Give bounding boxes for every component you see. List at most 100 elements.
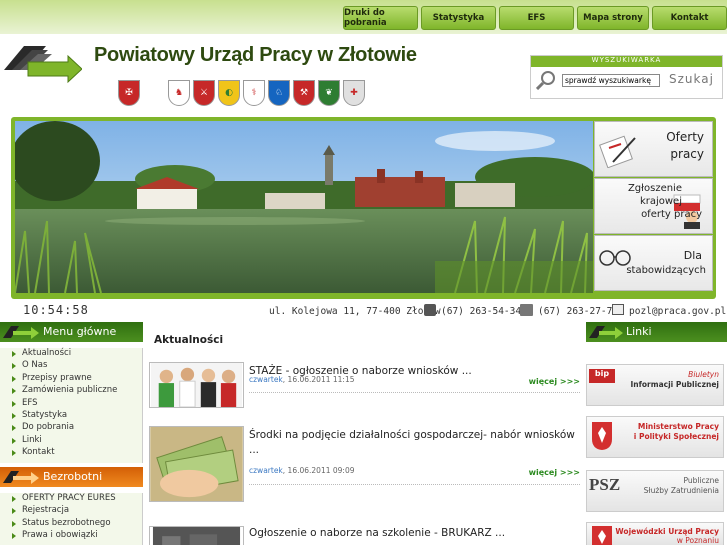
panel-oferty-pracy[interactable]: Oferty pracy: [594, 121, 713, 177]
link-psz-line1: Publiczne: [683, 476, 719, 485]
nav-mapa-strony[interactable]: Mapa strony: [577, 6, 649, 30]
news-separator: [249, 392, 580, 393]
news-title-link[interactable]: Ogłoszenie o naborze na szkolenie - BRUK…: [249, 526, 579, 541]
email-text[interactable]: pozl@praca.gov.pl: [629, 306, 726, 317]
menu-item-status[interactable]: Status bezrobotnego: [0, 518, 142, 530]
panel-zgloszenie-line2: krajowej: [639, 196, 682, 207]
menu-item-do-pobrania[interactable]: Do pobrania: [0, 422, 142, 434]
menu-item-aktualnosci[interactable]: Aktualności: [0, 348, 142, 360]
arrow-logo-icon: [3, 326, 39, 339]
panel-zgloszenie-line3: oferty pracy: [641, 209, 702, 220]
eagle-crest-icon: [592, 422, 612, 450]
menu-main-header: Menu główne: [0, 322, 143, 342]
link-mpips[interactable]: Ministerstwo Pracy i Polityki Społecznej: [586, 416, 724, 458]
menu-unemployed-header: Bezrobotni: [0, 467, 143, 487]
eagle-crest-icon: [592, 526, 612, 545]
phone-text: (67) 263-54-34: [441, 306, 522, 317]
link-wup[interactable]: Wojewódzki Urząd Pracy w Poznaniu: [586, 522, 724, 545]
bip-badge: bip: [589, 369, 615, 383]
menu-item-kontakt[interactable]: Kontakt: [0, 447, 142, 459]
link-mpips-line1: Ministerstwo Pracy: [637, 422, 719, 431]
menu-item-zamowienia[interactable]: Zamówienia publiczne: [0, 385, 142, 397]
news-day: czwartek: [249, 375, 283, 384]
banner-side-panels: Oferty pracy Zgłoszenie krajowej oferty …: [594, 121, 713, 292]
news-datetime: , 16.06.2011 09:09: [282, 466, 355, 475]
panel-zgloszenie-line1: Zgłoszenie: [627, 183, 682, 194]
links-header: Linki: [586, 322, 727, 342]
crest-icon[interactable]: ♞: [168, 80, 190, 106]
nav-kontakt[interactable]: Kontakt: [652, 6, 727, 30]
panel-zgloszenie[interactable]: Zgłoszenie krajowej oferty pracy: [594, 178, 713, 234]
arrow-logo-icon: [3, 471, 39, 484]
news-date: czwartek, 16.06.2011 11:15: [249, 375, 355, 384]
menu-item-eures[interactable]: OFERTY PRACY EURES: [0, 493, 142, 505]
fax-text: (67) 263-27-79: [538, 306, 619, 317]
menu-item-o-nas[interactable]: O Nas: [0, 360, 142, 372]
news-thumbnail[interactable]: [149, 526, 244, 545]
magnifier-icon: [536, 71, 555, 90]
more-link[interactable]: więcej >>>: [529, 468, 580, 477]
search-button[interactable]: Szukaj: [669, 72, 714, 86]
site-title[interactable]: Powiatowy Urząd Pracy w Złotowie: [94, 44, 417, 67]
news-date: czwartek, 16.06.2011 09:09: [249, 466, 355, 475]
link-psz[interactable]: PSZ Publiczne Służby Zatrudnienia: [586, 470, 724, 512]
search-heading: WYSZUKIWARKA: [531, 56, 722, 67]
links-title: Linki: [626, 325, 652, 338]
crest-icon[interactable]: ⚕: [243, 80, 265, 106]
panel-oferty-line2: pracy: [670, 147, 704, 161]
news-item: Ogłoszenie o naborze na szkolenie - BRUK…: [148, 520, 580, 545]
link-wup-line2: w Poznaniu: [676, 536, 719, 545]
menu-unemployed-title: Bezrobotni: [43, 470, 103, 483]
address-text: ul. Kolejowa 11, 77-400 Złotów: [269, 306, 441, 317]
link-bip-line1: Biuletyn: [688, 370, 719, 379]
nav-efs[interactable]: EFS: [499, 6, 574, 30]
link-bip[interactable]: bip Biuletyn Informacji Publicznej: [586, 364, 724, 406]
crest-icon[interactable]: ◐: [218, 80, 240, 106]
pup-logo-icon[interactable]: [2, 40, 82, 84]
email-icon: [612, 304, 624, 315]
crest-icon[interactable]: ⚔: [193, 80, 215, 106]
menu-item-statystyka[interactable]: Statystyka: [0, 410, 142, 422]
news-item: Środki na podjęcie działalności gospodar…: [148, 422, 580, 528]
menu-item-linki[interactable]: Linki: [0, 435, 142, 447]
news-thumbnail[interactable]: [149, 362, 244, 408]
menu-main: Aktualności O Nas Przepisy prawne Zamówi…: [0, 348, 143, 463]
search-input[interactable]: [562, 74, 660, 87]
news-title-link[interactable]: Środki na podjęcie działalności gospodar…: [249, 428, 579, 457]
news-datetime: , 16.06.2011 11:15: [282, 375, 355, 384]
menu-item-przepisy[interactable]: Przepisy prawne: [0, 373, 142, 385]
link-psz-line2: Służby Zatrudnienia: [643, 486, 719, 495]
top-navigation: Druki do pobrania Statystyka EFS Mapa st…: [343, 6, 727, 30]
crest-icon[interactable]: ❦: [318, 80, 340, 106]
nav-statystyka[interactable]: Statystyka: [421, 6, 496, 30]
crest-icon[interactable]: ⚒: [293, 80, 315, 106]
news-heading: Aktualności: [154, 334, 224, 346]
crest-icon[interactable]: ✠: [118, 80, 140, 106]
link-bip-line2: Informacji Publicznej: [630, 380, 719, 389]
panel-dla-line1: Dla: [683, 249, 702, 262]
link-wup-line1: Wojewódzki Urząd Pracy: [615, 527, 719, 536]
banner-photo: [15, 121, 593, 293]
menu-unemployed: OFERTY PRACY EURES Rejestracja Status be…: [0, 493, 143, 545]
more-link[interactable]: więcej >>>: [529, 377, 580, 386]
news-thumbnail[interactable]: [149, 426, 244, 502]
nav-druki[interactable]: Druki do pobrania: [343, 6, 418, 30]
crest-icon[interactable]: ♘: [268, 80, 290, 106]
panel-oferty-line1: Oferty: [666, 130, 704, 144]
menu-item-rejestracja[interactable]: Rejestracja: [0, 505, 142, 517]
phone-icon: [424, 304, 436, 316]
fax-icon: [520, 304, 533, 316]
arrow-logo-icon: [589, 326, 623, 339]
menu-main-title: Menu główne: [43, 325, 117, 338]
news-item: STAŻE - ogłoszenie o naborze wniosków ..…: [148, 358, 580, 416]
news-separator: [249, 484, 580, 485]
crest-icon[interactable]: ✚: [343, 80, 365, 106]
panel-dla-stabowidzacych[interactable]: Dla stabowidzących: [594, 235, 713, 291]
clipboard-icon: [599, 135, 636, 168]
news-section: Aktualności STAŻE - ogłoszenie o naborze…: [148, 322, 580, 545]
crest-spacer: [143, 80, 165, 106]
psz-badge: PSZ: [589, 475, 621, 494]
menu-item-efs[interactable]: EFS: [0, 398, 142, 410]
link-mpips-line2: i Polityki Społecznej: [633, 432, 719, 441]
menu-item-prawa[interactable]: Prawa i obowiązki: [0, 530, 142, 542]
